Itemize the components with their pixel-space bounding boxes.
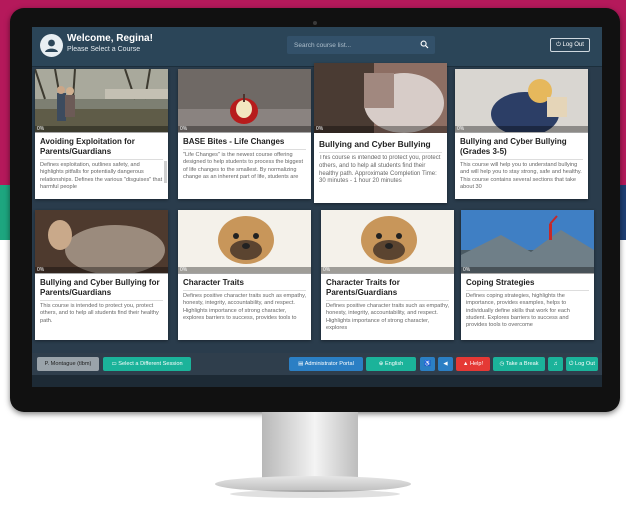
course-description: Defines positive character traits such a… bbox=[183, 293, 306, 321]
course-title: Coping Strategies bbox=[466, 278, 535, 287]
progress-overlay: 0% bbox=[35, 126, 168, 133]
logout-button-top[interactable]: ⏻ Log Out bbox=[550, 38, 590, 52]
power-icon: ⏻ bbox=[569, 361, 574, 367]
accessibility-icon: ♿ bbox=[424, 361, 431, 367]
accessibility-button[interactable]: ♿ bbox=[420, 357, 435, 371]
help-label: Help! bbox=[470, 361, 484, 367]
course-title: Bullying and Cyber Bullying bbox=[319, 139, 431, 149]
course-card-base-bites[interactable]: 0% BASE Bites - Life Changes "Life Chang… bbox=[178, 69, 311, 199]
course-description: This course will help you to understand … bbox=[460, 162, 582, 190]
music-button[interactable]: ♫ bbox=[548, 357, 563, 371]
warning-icon: ▲ bbox=[462, 361, 469, 367]
admin-portal-label: Administrator Portal bbox=[304, 361, 354, 367]
logout-label: Log Out bbox=[562, 42, 584, 48]
logout-label-bottom: Log Out bbox=[575, 361, 595, 367]
divider bbox=[183, 290, 306, 291]
course-image bbox=[461, 210, 594, 273]
course-description: "Life Changes" is the newest course offe… bbox=[183, 152, 304, 180]
course-title: Character Traits for Parents/Guardians bbox=[326, 278, 400, 297]
course-image bbox=[35, 210, 168, 273]
course-card-avoiding-exploitation[interactable]: 0% Avoiding Exploitation for Parents/Gua… bbox=[35, 69, 168, 199]
select-session-button[interactable]: ▭ Select a Different Session bbox=[103, 357, 191, 371]
course-description: Defines coping strategies, highlights th… bbox=[466, 293, 570, 329]
search-icon[interactable] bbox=[420, 40, 429, 49]
divider bbox=[319, 152, 442, 153]
power-icon: ⏻ bbox=[556, 42, 561, 48]
course-description: This course is intended to protect you, … bbox=[319, 155, 441, 185]
course-description: Defines positive character traits such a… bbox=[326, 303, 449, 331]
camera-dot bbox=[313, 21, 317, 25]
divider bbox=[40, 159, 163, 160]
course-image bbox=[35, 69, 168, 132]
course-title: Character Traits bbox=[183, 278, 244, 287]
course-card-coping-strategies[interactable]: 0% Coping Strategies Defines coping stra… bbox=[461, 210, 594, 340]
course-card-bullying-grades[interactable]: 0% Bullying and Cyber Bullying (Grades 3… bbox=[455, 69, 588, 199]
monitor-icon: ▭ bbox=[111, 361, 117, 367]
course-card-bullying[interactable]: 0% Bullying and Cyber Bullying This cour… bbox=[314, 63, 447, 203]
help-button[interactable]: ▲ Help! bbox=[456, 357, 490, 371]
progress-label: 0% bbox=[180, 126, 188, 132]
speaker-icon: ◀ bbox=[443, 361, 448, 367]
progress-overlay: 0% bbox=[461, 267, 594, 274]
admin-portal-button[interactable]: ▤ Administrator Portal bbox=[289, 357, 363, 371]
progress-overlay: 0% bbox=[35, 267, 168, 274]
course-image bbox=[178, 69, 311, 132]
course-description: This course is intended to protect you, … bbox=[40, 303, 159, 324]
app-screen: Welcome, Regina! Please Select a Course … bbox=[32, 27, 602, 387]
course-card-bullying-parents[interactable]: 0% Bullying and Cyber Bullying for Paren… bbox=[35, 210, 168, 340]
logout-button-bottom[interactable]: ⏻ Log Out bbox=[566, 357, 598, 371]
course-image bbox=[321, 210, 454, 273]
take-break-button[interactable]: ◷ Take a Break bbox=[493, 357, 545, 371]
divider bbox=[466, 290, 589, 291]
search-input[interactable] bbox=[287, 36, 417, 54]
document-icon: ▤ bbox=[298, 361, 304, 367]
screen-bottom-edge bbox=[32, 375, 602, 387]
course-title: Bullying and Cyber Bullying for Parents/… bbox=[40, 278, 160, 297]
music-icon: ♫ bbox=[553, 361, 558, 367]
marketing-stage: Welcome, Regina! Please Select a Course … bbox=[0, 0, 626, 505]
take-break-label: Take a Break bbox=[505, 361, 539, 367]
progress-overlay: 0% bbox=[455, 126, 588, 133]
course-description: Defines exploitation, outlines safety, a… bbox=[40, 162, 163, 190]
top-bar: Welcome, Regina! Please Select a Course … bbox=[32, 27, 602, 67]
globe-icon: ⊕ bbox=[378, 361, 384, 367]
progress-label: 0% bbox=[323, 267, 331, 273]
divider bbox=[460, 159, 583, 160]
progress-overlay: 0% bbox=[314, 126, 447, 133]
divider bbox=[326, 300, 449, 301]
user-button[interactable]: P. Montague (tlbm) bbox=[37, 357, 99, 371]
course-image bbox=[455, 69, 588, 132]
progress-label: 0% bbox=[457, 126, 465, 132]
progress-label: 0% bbox=[316, 126, 324, 132]
progress-overlay: 0% bbox=[178, 267, 311, 274]
course-image bbox=[178, 210, 311, 273]
audio-button[interactable]: ◀ bbox=[438, 357, 453, 371]
divider bbox=[183, 149, 306, 150]
progress-label: 0% bbox=[463, 267, 471, 273]
user-avatar-icon bbox=[40, 34, 63, 57]
progress-label: 0% bbox=[37, 126, 45, 132]
welcome-title: Welcome, Regina! bbox=[67, 33, 153, 44]
course-title: Bullying and Cyber Bullying (Grades 3-5) bbox=[460, 137, 567, 156]
progress-label: 0% bbox=[180, 267, 188, 273]
course-card-character-traits[interactable]: 0% Character Traits Defines positive cha… bbox=[178, 210, 311, 340]
stand-shadow bbox=[230, 490, 400, 498]
progress-overlay: 0% bbox=[178, 126, 311, 133]
select-session-label: Select a Different Session bbox=[118, 361, 183, 367]
bottom-bar: P. Montague (tlbm) ▭ Select a Different … bbox=[32, 353, 602, 375]
language-button[interactable]: ⊕ English bbox=[366, 357, 416, 371]
language-label: English bbox=[384, 361, 404, 367]
course-title: BASE Bites - Life Changes bbox=[183, 137, 285, 146]
course-card-character-traits-parents[interactable]: 0% Character Traits for Parents/Guardian… bbox=[321, 210, 454, 340]
card-scrollbar[interactable] bbox=[164, 161, 167, 183]
course-image bbox=[314, 63, 447, 133]
monitor-stand bbox=[262, 412, 358, 478]
welcome-subtitle: Please Select a Course bbox=[67, 46, 141, 53]
course-title: Avoiding Exploitation for Parents/Guardi… bbox=[40, 137, 135, 156]
divider bbox=[40, 300, 163, 301]
progress-overlay: 0% bbox=[321, 267, 454, 274]
progress-label: 0% bbox=[37, 267, 45, 273]
clock-icon: ◷ bbox=[499, 361, 505, 367]
search-box bbox=[287, 36, 435, 54]
